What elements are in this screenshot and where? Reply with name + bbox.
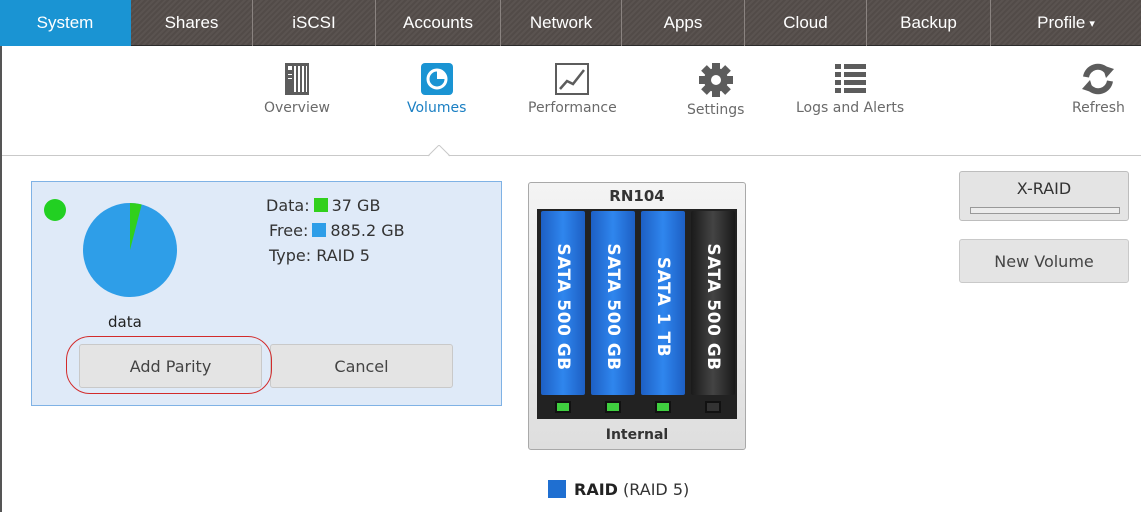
data-value: 37 GB [331, 196, 381, 215]
refresh-button[interactable]: Refresh [1072, 62, 1125, 116]
tab-label: Shares [164, 13, 219, 32]
subnav-label: Settings [687, 102, 745, 118]
raid-legend: RAID (RAID 5) [548, 480, 689, 499]
volume-stats: Data: 37 GB Free: 885.2 GB Type: RAID 5 [266, 193, 405, 268]
raid-swatch [548, 480, 566, 498]
raid-name: RAID [574, 480, 618, 499]
tab-iscsi[interactable]: iSCSI [253, 0, 376, 46]
disk-bay-2[interactable]: SATA 500 GB [589, 209, 637, 419]
highlight-circle [66, 336, 272, 394]
disk-label: SATA 500 GB [603, 243, 623, 371]
subnav-label: Logs and Alerts [796, 100, 905, 116]
type-label: Type: [269, 246, 312, 265]
xraid-label: X-RAID [1016, 179, 1072, 198]
subnav-label: Volumes [407, 100, 467, 116]
performance-icon [555, 63, 590, 95]
tab-profile[interactable]: Profile ▾ [991, 0, 1141, 46]
sub-nav: Overview Volumes Performance Settings Lo… [0, 46, 1141, 156]
tab-network[interactable]: Network [501, 0, 622, 46]
tab-label: Backup [900, 13, 957, 32]
tab-label: iSCSI [292, 13, 336, 32]
disk-bay-3[interactable]: SATA 1 TB [639, 209, 687, 419]
top-nav: System Shares iSCSI Accounts Network App… [0, 0, 1141, 46]
tab-label: Cloud [783, 13, 828, 32]
disk-bay-4[interactable]: SATA 500 GB [689, 209, 737, 419]
tab-label: Network [529, 13, 593, 32]
chassis-location: Internal [605, 427, 669, 443]
list-icon [835, 64, 867, 93]
frame-edge [0, 46, 2, 512]
subnav-label: Overview [264, 100, 330, 116]
status-indicator [44, 199, 66, 221]
disk-label: SATA 500 GB [703, 243, 723, 371]
subnav-label: Performance [528, 100, 617, 116]
button-label: Cancel [334, 356, 389, 376]
tab-shares[interactable]: Shares [131, 0, 253, 46]
refresh-icon [1082, 63, 1115, 95]
free-label: Free: [269, 221, 309, 240]
subnav-label: Refresh [1072, 100, 1125, 116]
button-label: New Volume [994, 251, 1094, 271]
data-label: Data: [266, 196, 310, 215]
disk-led [555, 401, 571, 413]
tab-label: Accounts [403, 13, 473, 32]
chassis-view: RN104 SATA 500 GB SATA 500 GB SATA 1 TB … [528, 182, 746, 450]
tab-label: System [36, 13, 94, 32]
tab-label: Profile [1037, 13, 1086, 32]
tab-apps[interactable]: Apps [622, 0, 745, 46]
tab-label: Apps [663, 13, 703, 32]
tab-backup[interactable]: Backup [867, 0, 991, 46]
active-indicator [428, 145, 450, 157]
disk-led [655, 401, 671, 413]
raid-detail: (RAID 5) [623, 480, 690, 499]
volume-name: data [108, 313, 142, 331]
disk-bays: SATA 500 GB SATA 500 GB SATA 1 TB SATA 5… [537, 209, 737, 419]
disk-led [705, 401, 721, 413]
chevron-down-icon: ▾ [1089, 17, 1095, 30]
type-value: RAID 5 [316, 246, 370, 265]
free-swatch [312, 223, 327, 237]
disk-led [605, 401, 621, 413]
xraid-button[interactable]: X-RAID [959, 171, 1129, 221]
chassis-model: RN104 [609, 187, 665, 205]
cancel-button[interactable]: Cancel [270, 344, 453, 388]
subnav-overview[interactable]: Overview [264, 62, 330, 116]
subnav-logs[interactable]: Logs and Alerts [796, 62, 904, 116]
subnav-settings[interactable]: Settings [687, 62, 744, 118]
gear-icon [698, 63, 733, 97]
new-volume-button[interactable]: New Volume [959, 239, 1129, 283]
volumes-icon [420, 63, 453, 95]
subnav-volumes[interactable]: Volumes [407, 62, 466, 116]
tab-system[interactable]: System [0, 0, 131, 46]
capacity-pie [83, 203, 177, 297]
disk-label: SATA 1 TB [653, 256, 673, 358]
free-value: 885.2 GB [330, 221, 405, 240]
disk-label: SATA 500 GB [553, 243, 573, 371]
subnav-performance[interactable]: Performance [528, 62, 617, 116]
overview-icon [284, 63, 309, 95]
xraid-status-bar [970, 207, 1120, 214]
disk-bay-1[interactable]: SATA 500 GB [539, 209, 587, 419]
tab-cloud[interactable]: Cloud [745, 0, 867, 46]
data-swatch [313, 198, 328, 212]
tab-accounts[interactable]: Accounts [376, 0, 501, 46]
